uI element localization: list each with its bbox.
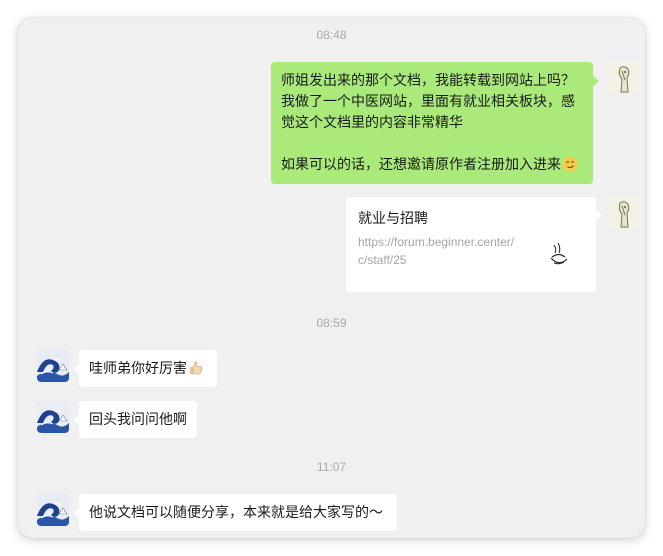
other-message-bubble[interactable]: 回头我问问他啊 — [79, 401, 197, 438]
other-message-bubble[interactable]: 他说文档可以随便分享，本来就是给大家写的～ — [79, 494, 397, 531]
self-message-bubble[interactable]: 师姐发出来的那个文档，我能转载到网站上吗？ 我做了一个中医网站，里面有就业相关板… — [271, 62, 593, 184]
timestamp: 08:59 — [316, 316, 347, 330]
link-card-url: https://forum.beginner.center/ c/staff/2… — [358, 235, 515, 267]
self-avatar[interactable] — [608, 62, 640, 94]
chat-window: 08:48 师姐发出来的那个文档，我能转载到网站上吗？ 我做了一个中医网站，里面… — [18, 18, 645, 538]
bubble-tail — [593, 76, 599, 86]
other-avatar[interactable] — [37, 401, 69, 433]
timestamp: 11:07 — [316, 460, 347, 474]
timestamp: 08:48 — [316, 28, 347, 42]
other-message-bubble[interactable]: 哇师弟你好厉害 — [79, 350, 217, 387]
smirk-face-emoji-icon — [562, 156, 578, 172]
bubble-tail — [596, 210, 602, 220]
message-text: 我做了一个中医网站，里面有就业相关板块，感 — [281, 93, 575, 109]
other-avatar[interactable] — [37, 350, 69, 382]
self-avatar[interactable] — [608, 197, 640, 229]
sketch-figure-icon — [608, 197, 640, 229]
message-text: 回头我问问他啊 — [89, 411, 187, 427]
other-avatar[interactable] — [37, 494, 69, 526]
thumbs-up-emoji-icon — [190, 361, 203, 375]
blue-wave-painting-icon — [37, 494, 69, 526]
link-card-title: 就业与招聘 — [358, 210, 428, 226]
message-text: 哇师弟你好厉害 — [89, 360, 187, 376]
blue-wave-painting-icon — [37, 350, 69, 382]
message-text: 觉这个文档里的内容非常精华 — [281, 114, 463, 130]
bubble-tail — [73, 508, 79, 518]
message-text: 师姐发出来的那个文档，我能转载到网站上吗？ — [281, 72, 575, 88]
bubble-tail — [73, 415, 79, 425]
link-card[interactable]: 就业与招聘 https://forum.beginner.center/ c/s… — [346, 197, 596, 292]
message-text: 如果可以的话，还想邀请原作者注册加入进来 — [281, 156, 561, 172]
message-text: 他说文档可以随便分享，本来就是给大家写的～ — [89, 504, 383, 520]
site-logo-icon — [550, 242, 568, 265]
sketch-figure-icon — [608, 62, 640, 94]
bubble-tail — [73, 364, 79, 374]
blue-wave-painting-icon — [37, 401, 69, 433]
